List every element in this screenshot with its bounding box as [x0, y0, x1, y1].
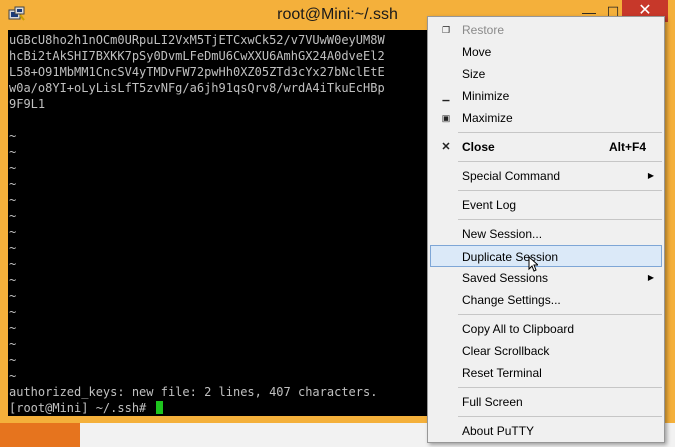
terminal-screen[interactable]: uGBcU8ho2h1nOCm0URpuLI2VxM5TjETCxwCk52/v…: [8, 30, 428, 416]
terminal-line: w0a/o8YI+oLyLisLfT5zvNFg/a6jh91qsQrv8/wr…: [9, 81, 385, 95]
close-icon: ✕: [441, 141, 451, 153]
empty-line-tilde: ~: [9, 225, 17, 239]
menu-separator: [458, 219, 662, 220]
menu-item-saved-sessions[interactable]: Saved Sessions ▶: [430, 267, 662, 289]
empty-line-tilde: ~: [9, 305, 17, 319]
empty-line-tilde: ~: [9, 369, 17, 383]
menu-separator: [458, 190, 662, 191]
empty-line-tilde: ~: [9, 241, 17, 255]
desktop-taskbar-accent: [0, 420, 80, 447]
menu-item-special-command[interactable]: Special Command ▶: [430, 165, 662, 187]
menu-separator: [458, 314, 662, 315]
empty-line-tilde: ~: [9, 353, 17, 367]
menu-item-about[interactable]: About PuTTY: [430, 420, 662, 442]
mouse-pointer-icon: [528, 256, 538, 272]
menu-separator: [458, 132, 662, 133]
terminal-line: uGBcU8ho2h1nOCm0URpuLI2VxM5TjETCxwCk52/v…: [9, 33, 385, 47]
menu-item-close[interactable]: ✕ Close Alt+F4: [430, 136, 662, 158]
minimize-icon: ▁: [442, 91, 450, 101]
menu-item-copy-all[interactable]: Copy All to Clipboard: [430, 318, 662, 340]
menu-separator: [458, 416, 662, 417]
terminal-line: hcBi2tAkSHI7BXKK7pSy0DvmLFeDmU6CwXXU6Amh…: [9, 49, 385, 63]
empty-line-tilde: ~: [9, 289, 17, 303]
menu-item-change-settings[interactable]: Change Settings...: [430, 289, 662, 311]
empty-line-tilde: ~: [9, 209, 17, 223]
empty-line-tilde: ~: [9, 129, 17, 143]
empty-line-tilde: ~: [9, 177, 17, 191]
menu-separator: [458, 387, 662, 388]
status-line: authorized_keys: new file: 2 lines, 407 …: [9, 385, 378, 399]
menu-item-maximize[interactable]: ▣ Maximize: [430, 107, 662, 129]
close-shortcut: Alt+F4: [608, 140, 646, 154]
system-context-menu[interactable]: ❐ Restore Move Size ▁ Minimize ▣ Maximiz…: [427, 16, 665, 443]
submenu-arrow-icon: ▶: [647, 171, 654, 180]
empty-line-tilde: ~: [9, 145, 17, 159]
empty-line-tilde: ~: [9, 337, 17, 351]
submenu-arrow-icon: ▶: [647, 273, 654, 282]
terminal-line: 9F9L1: [9, 97, 46, 111]
menu-item-full-screen[interactable]: Full Screen: [430, 391, 662, 413]
menu-item-move[interactable]: Move: [430, 41, 662, 63]
empty-line-tilde: ~: [9, 273, 17, 287]
empty-line-tilde: ~: [9, 193, 17, 207]
empty-line-tilde: ~: [9, 257, 17, 271]
terminal-line: L58+O91MbMM1CncSV4yTMDvFW72pwHh0XZ05ZTd3…: [9, 65, 385, 79]
menu-item-minimize[interactable]: ▁ Minimize: [430, 85, 662, 107]
menu-item-restore[interactable]: ❐ Restore: [430, 19, 662, 41]
menu-separator: [458, 161, 662, 162]
restore-icon: ❐: [441, 25, 451, 35]
menu-item-duplicate-session[interactable]: Duplicate Session: [430, 245, 662, 267]
menu-item-reset-terminal[interactable]: Reset Terminal: [430, 362, 662, 384]
menu-item-new-session[interactable]: New Session...: [430, 223, 662, 245]
maximize-icon: ▣: [441, 113, 451, 123]
prompt-text: [root@Mini] ~/.ssh#: [9, 401, 154, 415]
shell-prompt[interactable]: [root@Mini] ~/.ssh#: [9, 400, 163, 416]
menu-item-clear-scrollback[interactable]: Clear Scrollback: [430, 340, 662, 362]
menu-item-size[interactable]: Size: [430, 63, 662, 85]
menu-item-event-log[interactable]: Event Log: [430, 194, 662, 216]
empty-line-tilde: ~: [9, 321, 17, 335]
empty-line-tilde: ~: [9, 161, 17, 175]
text-cursor: [155, 401, 163, 414]
